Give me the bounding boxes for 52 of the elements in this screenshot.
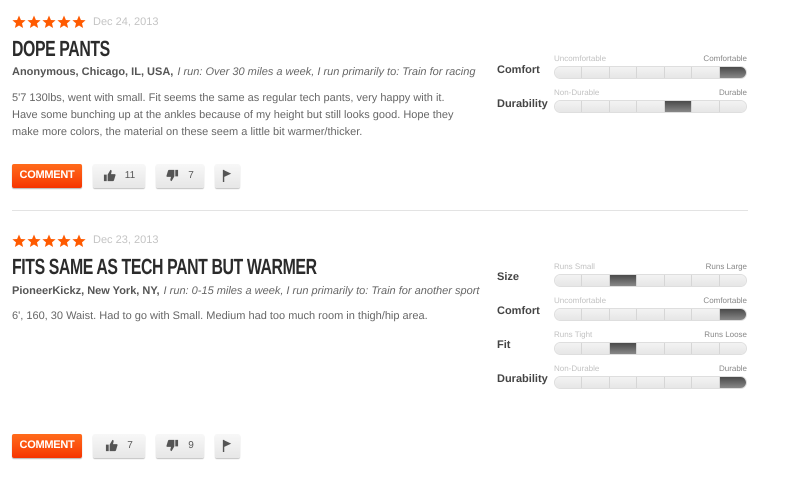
scale-low-label: Runs Small	[554, 262, 595, 272]
review-date: Dec 24, 2013	[93, 14, 158, 30]
thumbs-down-icon	[166, 439, 180, 452]
scale-low-label: Runs Tight	[554, 330, 592, 340]
report-button[interactable]	[215, 434, 240, 458]
review-text: 6', 160, 30 Waist. Had to go with Small. Medium had too much room in thigh/hip area.	[12, 309, 429, 324]
rating-label: Size	[497, 270, 520, 285]
unhelpful-button[interactable]: 7	[156, 164, 204, 188]
rating-label: Comfort	[497, 304, 541, 319]
star-icon	[27, 15, 41, 29]
thumbs-up-icon	[102, 169, 116, 182]
review-title: FITS SAME AS TECH PANT BUT WARMER	[12, 253, 317, 281]
runner-info: I run: 0-15 miles a week, I run primarily to: Train for another sport	[164, 284, 480, 298]
flag-icon	[221, 169, 234, 182]
star-icon	[27, 234, 41, 248]
scale-high-label: Runs Large	[706, 262, 747, 272]
helpful-button[interactable]: 7	[93, 434, 145, 458]
thumbs-down-icon	[166, 169, 180, 182]
scale-high-label: Durable	[718, 364, 747, 374]
scale-low-label: Uncomfortable	[554, 54, 606, 64]
rating-label: Durability	[497, 372, 549, 387]
reviewer-name: Anonymous, Chicago, IL, USA,	[12, 65, 174, 80]
star-icon	[72, 234, 86, 248]
star-icon	[57, 15, 71, 29]
scale-high-label: Comfortable	[703, 54, 747, 64]
scale-high-label: Durable	[718, 88, 747, 98]
star-icon	[12, 15, 26, 29]
star-icon	[57, 234, 71, 248]
scale-low-label: Uncomfortable	[554, 296, 606, 306]
report-button[interactable]	[215, 164, 240, 188]
scale-high-label: Runs Loose	[704, 330, 747, 340]
review-title: DOPE PANTS	[12, 34, 110, 62]
runner-info: I run: Over 30 miles a week, I run primarily to: Train for racing	[177, 65, 476, 80]
reviewer-name: PioneerKickz, New York, NY,	[12, 284, 160, 298]
comment-button[interactable]: COMMENT	[12, 434, 82, 458]
rating-label: Comfort	[497, 62, 541, 78]
scale-low-label: Non-Durable	[554, 364, 600, 374]
scale-high-label: Comfortable	[703, 296, 747, 306]
review-text: 5'7 130lbs, went with small. Fit seems the same as regular tech pants, very happy with it. Have some bunching up at the ankles because of my height but still looks good. Hope they make more colors, the material on these seem a little bit warmer/thicker.	[12, 90, 454, 140]
review-date: Dec 23, 2013	[93, 233, 158, 248]
rating-label: Durability	[497, 96, 549, 112]
thumbs-up-icon	[105, 439, 118, 452]
star-icon	[12, 234, 26, 248]
rating-label: Fit	[497, 338, 512, 353]
comment-button[interactable]: COMMENT	[12, 164, 82, 188]
flag-icon	[221, 439, 234, 452]
scale-low-label: Non-Durable	[554, 88, 600, 98]
star-icon	[42, 15, 56, 29]
star-icon	[42, 234, 56, 248]
unhelpful-button[interactable]: 9	[156, 434, 204, 458]
star-icon	[72, 15, 86, 29]
helpful-button[interactable]: 11	[93, 164, 145, 188]
